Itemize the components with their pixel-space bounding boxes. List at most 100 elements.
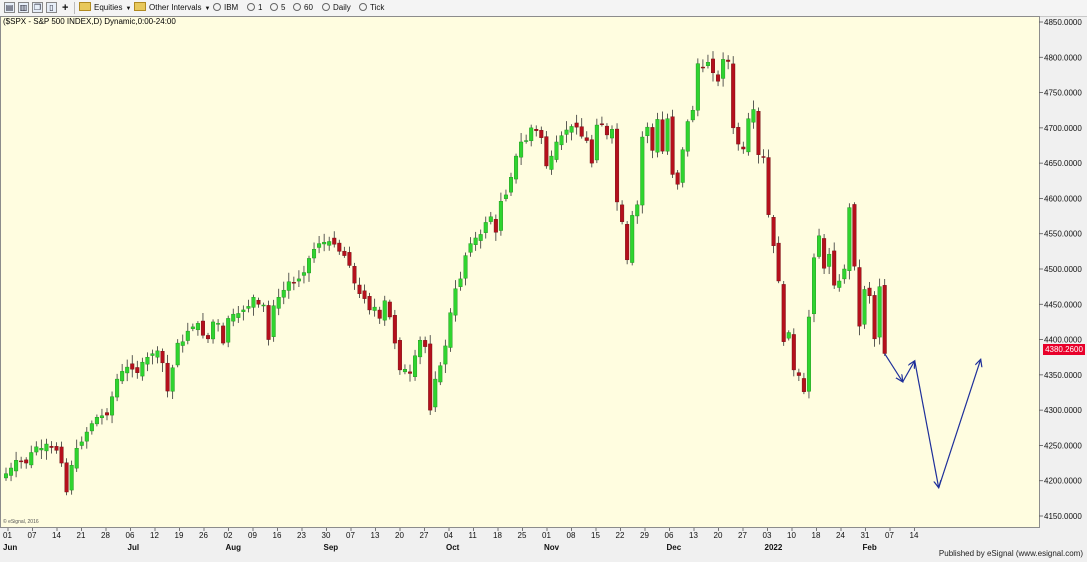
candle-down xyxy=(615,128,620,203)
candle-up xyxy=(635,204,640,217)
candle-up xyxy=(190,326,195,329)
candle-up xyxy=(327,241,332,246)
candle-down xyxy=(59,446,64,464)
projection-arrow xyxy=(884,353,903,382)
candle-up xyxy=(74,448,79,469)
candle-up xyxy=(413,355,418,377)
candle-up xyxy=(216,323,221,325)
candle-up xyxy=(806,316,811,392)
x-tick-label: 31 xyxy=(861,531,870,540)
candle-down xyxy=(857,267,862,327)
candle-down xyxy=(54,446,59,451)
candle-up xyxy=(877,286,882,338)
month-label: Nov xyxy=(544,543,560,552)
projection-layer xyxy=(884,353,981,488)
candle-up xyxy=(418,340,423,358)
candle-down xyxy=(347,252,352,266)
candle-up xyxy=(261,304,266,307)
candle-down xyxy=(589,139,594,164)
candle-down xyxy=(544,136,549,167)
candle-up xyxy=(786,332,791,339)
candle-up xyxy=(837,280,842,288)
candle-down xyxy=(352,266,357,284)
x-tick-label: 09 xyxy=(248,531,257,540)
candle-down xyxy=(387,301,392,318)
candle-up xyxy=(296,278,301,282)
candle-up xyxy=(468,243,473,253)
candle-down xyxy=(357,284,362,294)
candle-up xyxy=(94,417,99,425)
x-tick-label: 13 xyxy=(689,531,698,540)
candle-up xyxy=(39,448,44,451)
x-tick-label: 21 xyxy=(77,531,86,540)
x-tick-label: 20 xyxy=(714,531,723,540)
month-label: Dec xyxy=(667,543,682,552)
candle-down xyxy=(104,412,109,416)
candle-up xyxy=(185,330,190,341)
candle-down xyxy=(726,59,731,62)
candle-up xyxy=(89,423,94,432)
candle-up xyxy=(120,371,125,382)
candle-up xyxy=(483,222,488,233)
candle-down xyxy=(539,129,544,138)
candle-up xyxy=(115,378,120,398)
y-tick-label: 4450.0000 xyxy=(1044,300,1082,309)
candle-up xyxy=(251,297,256,308)
y-tick-label: 4850.0000 xyxy=(1044,18,1082,27)
candle-down xyxy=(650,127,655,151)
candle-up xyxy=(145,357,150,365)
x-tick-label: 25 xyxy=(518,531,527,540)
candle-up xyxy=(14,460,19,472)
projection-arrow xyxy=(914,360,939,488)
candle-down xyxy=(291,282,296,284)
candle-down xyxy=(761,156,766,158)
candle-down xyxy=(670,116,675,175)
candle-up xyxy=(231,313,236,322)
candle-down xyxy=(791,334,796,371)
price-chart: 4150.0000 4200.0000 4250.0000 4300.0000 4350… xyxy=(3,18,1082,552)
candle-up xyxy=(9,467,14,476)
candle-up xyxy=(180,341,185,346)
candle-up xyxy=(433,378,438,408)
candle-down xyxy=(660,119,665,152)
candle-up xyxy=(170,367,175,392)
candle-up xyxy=(721,59,726,79)
candle-up xyxy=(241,309,246,312)
x-tick-label: 08 xyxy=(567,531,576,540)
candle-up xyxy=(463,255,468,279)
projection-arrow xyxy=(902,361,915,383)
y-axis: 4150.0000 4200.0000 4250.0000 4300.0000 4350… xyxy=(1039,18,1082,521)
x-tick-label: 10 xyxy=(787,531,796,540)
x-tick-label: 04 xyxy=(444,531,453,540)
candle-down xyxy=(256,299,261,305)
candle-up xyxy=(554,141,559,160)
month-label: 2022 xyxy=(765,543,783,552)
candle-up xyxy=(79,441,84,446)
candle-down xyxy=(367,296,372,311)
candle-down xyxy=(599,123,604,125)
y-tick-label: 4600.0000 xyxy=(1044,194,1082,203)
candle-up xyxy=(847,207,852,271)
candle-up xyxy=(402,369,407,373)
candle-up xyxy=(519,141,524,158)
candle-up xyxy=(236,313,241,318)
candle-down xyxy=(200,320,205,336)
candle-down xyxy=(362,290,367,299)
candle-down xyxy=(165,362,170,392)
y-tick-label: 4750.0000 xyxy=(1044,89,1082,98)
month-label: Jun xyxy=(3,543,17,552)
candle-down xyxy=(135,367,140,373)
candle-down xyxy=(377,309,382,319)
candle-down xyxy=(872,295,877,340)
candle-up xyxy=(569,126,574,133)
candle-down xyxy=(24,459,29,464)
candle-up xyxy=(610,129,615,139)
candle-down xyxy=(160,351,165,364)
candle-up xyxy=(271,305,276,337)
candle-down xyxy=(776,242,781,282)
candle-down xyxy=(579,126,584,137)
x-tick-label: 19 xyxy=(175,531,184,540)
candle-down xyxy=(392,315,397,344)
candle-down xyxy=(205,335,210,340)
x-tick-label: 20 xyxy=(395,531,404,540)
